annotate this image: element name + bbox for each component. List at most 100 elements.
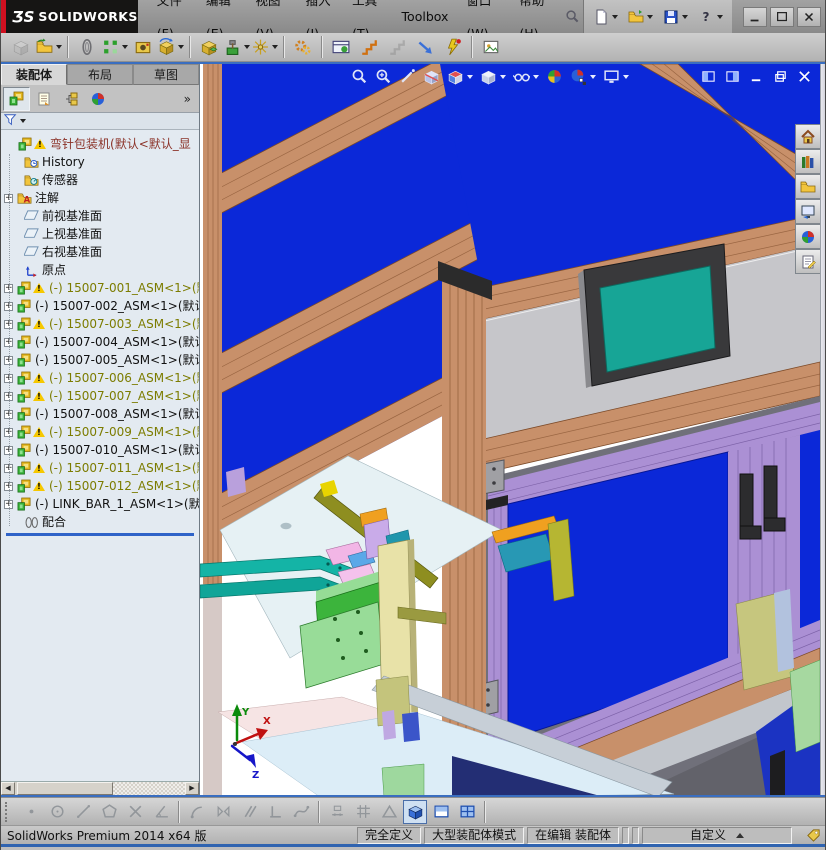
tree-item-suffix: (默 (191, 281, 199, 295)
pane-right-icon[interactable] (725, 69, 740, 88)
rollback-bar[interactable] (6, 533, 194, 536)
panel-tab-3[interactable]: 草图 (133, 64, 199, 85)
custom-properties-tab[interactable] (795, 249, 820, 274)
propertymanager-tab[interactable] (30, 87, 57, 111)
tree-item[interactable]: +!(-) 15007-011_ASM<1> (默 (1, 459, 199, 477)
displaymanager-tab[interactable] (84, 87, 111, 111)
tree-item[interactable]: +!(-) 15007-006_ASM<1> (默 (1, 369, 199, 387)
zoom-fit-icon[interactable] (350, 67, 369, 86)
move-component-icon[interactable] (158, 35, 184, 60)
toolbar-separator (283, 36, 285, 58)
home-tab[interactable] (795, 124, 820, 149)
tree-item[interactable]: +(-) 15007-008_ASM<1> (默认 (1, 405, 199, 423)
toolbar-separator (67, 36, 69, 58)
doc-close-button[interactable] (797, 69, 812, 88)
previous-view-icon[interactable] (398, 67, 417, 86)
close-button[interactable] (797, 6, 821, 27)
appearances-tab[interactable] (795, 224, 820, 249)
customize-caret-icon[interactable] (736, 832, 744, 838)
bill-of-materials-icon[interactable] (328, 35, 354, 60)
view-cube-icon[interactable] (403, 799, 427, 824)
tree-item[interactable]: +(-) 15007-010_ASM<1> (默认 (1, 441, 199, 459)
tree-item[interactable]: +!(-) 15007-009_ASM<1> (默 (1, 423, 199, 441)
tree-item[interactable]: +(-) 15007-005_ASM<1> (默认 (1, 351, 199, 369)
scroll-right-arrow[interactable]: ▶ (185, 782, 199, 795)
new-document-icon[interactable] (590, 7, 621, 27)
tree-item[interactable]: 前视基准面 (1, 207, 199, 225)
minimize-button[interactable] (743, 6, 767, 27)
featuremanager-tab[interactable] (3, 86, 30, 111)
menu-6[interactable]: Toolbox (393, 0, 458, 33)
mate-icon[interactable] (74, 35, 100, 60)
tree-horizontal-scrollbar[interactable]: ◀ ▶ (1, 781, 199, 795)
assembly-xpert-icon[interactable] (440, 35, 466, 60)
search-icon[interactable] (561, 0, 583, 33)
viewport-3d[interactable]: Y X Z (200, 64, 820, 795)
open-icon[interactable] (625, 7, 656, 27)
linear-component-pattern-icon[interactable] (102, 35, 128, 60)
tree-item[interactable]: 上视基准面 (1, 225, 199, 243)
open-part-icon[interactable] (36, 35, 62, 60)
reference-geometry-icon[interactable] (252, 35, 278, 60)
tree-item[interactable]: + (-) LINK_BAR_1_ASM<1> (默 (1, 495, 199, 513)
tree-item[interactable]: +(-) 15007-002_ASM<1> (默认 (1, 297, 199, 315)
doc-minimize-button[interactable] (749, 69, 764, 88)
tree-item[interactable]: +!(-) 15007-001_ASM<1> (默 (1, 279, 199, 297)
two-pane-view-icon[interactable] (429, 800, 453, 824)
filter-icon[interactable] (3, 112, 18, 131)
tree-item[interactable]: +!(-) 15007-007_ASM<1> (默 (1, 387, 199, 405)
doc-restore-button[interactable] (773, 69, 788, 88)
toolbar-grip[interactable] (5, 801, 10, 822)
view-settings-icon[interactable] (602, 67, 630, 86)
four-pane-view-icon[interactable] (455, 800, 479, 824)
tree-item[interactable]: +!(-) 15007-012_ASM<1> (默 (1, 477, 199, 495)
interference-detection-icon[interactable] (412, 35, 438, 60)
apply-scene-icon[interactable] (569, 67, 597, 86)
customize-cell[interactable]: 自定义 (642, 826, 792, 844)
scrollbar-thumb[interactable] (17, 782, 113, 795)
tree-root-item[interactable]: ! 弯针包装机 (默认<默认_显 (1, 135, 199, 153)
help-icon[interactable]: ? (695, 7, 726, 27)
design-library-tab[interactable] (795, 149, 820, 174)
sketch-toolbar (1, 797, 825, 825)
status-cell-1: 完全定义 (357, 826, 422, 844)
tree-item[interactable]: 传感器 (1, 171, 199, 189)
tree-item[interactable]: 右视基准面 (1, 243, 199, 261)
view-palette-tab[interactable] (795, 199, 820, 224)
tree-item[interactable]: +(-) 15007-004_ASM<1> (默认 (1, 333, 199, 351)
motion-study-icon[interactable] (290, 35, 316, 60)
view-orientation-icon[interactable] (446, 67, 474, 86)
hide-show-items-icon[interactable] (512, 67, 540, 86)
section-view-icon[interactable] (422, 67, 441, 86)
task-pane-edge[interactable] (820, 64, 825, 795)
tag-icon[interactable] (806, 828, 821, 843)
panel-tab-2[interactable]: 布局 (67, 64, 133, 85)
show-hidden-components-icon[interactable] (196, 35, 222, 60)
configurationmanager-tab[interactable] (57, 87, 84, 111)
assembly-features-icon[interactable] (224, 35, 250, 60)
tree-item[interactable]: + A 注解 (1, 189, 199, 207)
tree-item[interactable]: 配合 (1, 513, 199, 531)
tree-item[interactable]: 原点 (1, 261, 199, 279)
smart-fasteners-icon[interactable] (130, 35, 156, 60)
save-icon[interactable] (660, 7, 691, 27)
pane-left-icon[interactable] (701, 69, 716, 88)
zoom-area-icon[interactable] (374, 67, 393, 86)
assemblyTree-icon (16, 461, 32, 476)
tree-item[interactable]: +!(-) 15007-003_ASM<1> (默 (1, 315, 199, 333)
edit-appearance-icon[interactable] (545, 67, 564, 86)
filter-dropdown-caret[interactable] (20, 119, 26, 123)
scrollbar-track[interactable] (113, 782, 185, 795)
scroll-left-arrow[interactable]: ◀ (1, 782, 15, 795)
exploded-view-icon[interactable] (356, 35, 382, 60)
manager-overflow-chevron[interactable]: » (184, 92, 197, 106)
smart-dimension-icon (325, 800, 349, 824)
file-explorer-tab[interactable] (795, 174, 820, 199)
display-style-icon[interactable] (479, 67, 507, 86)
tree-item-label: (-) LINK_BAR_1_ASM<1> (35, 497, 184, 511)
tree-item-label: (-) 15007-001_ASM<1> (49, 281, 192, 295)
maximize-button[interactable] (770, 6, 794, 27)
tree-item[interactable]: History (1, 153, 199, 171)
take-snapshot-icon[interactable] (478, 35, 504, 60)
panel-tab-1[interactable]: 装配体 (1, 64, 67, 85)
